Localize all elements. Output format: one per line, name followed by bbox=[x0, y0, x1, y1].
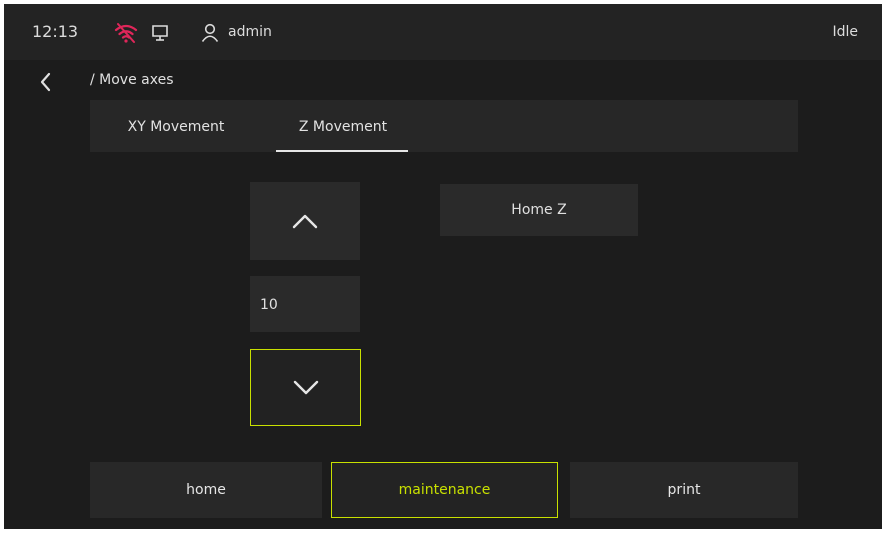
nav-home[interactable]: home bbox=[90, 462, 322, 518]
chevron-left-icon bbox=[40, 72, 51, 92]
status-bar: 12:13 admin Idle bbox=[4, 4, 882, 60]
chevron-down-icon bbox=[293, 380, 318, 394]
step-size-value: 10 bbox=[260, 297, 278, 313]
tab-z-movement[interactable]: Z Movement bbox=[276, 100, 410, 152]
step-size-field[interactable]: 10 bbox=[250, 276, 360, 332]
tab-xy-movement[interactable]: XY Movement bbox=[106, 100, 246, 152]
home-z-button[interactable]: Home Z bbox=[440, 184, 638, 236]
printer-state: Idle bbox=[832, 24, 858, 40]
breadcrumb: / Move axes bbox=[90, 72, 174, 88]
nav-maintenance[interactable]: maintenance bbox=[331, 462, 558, 518]
nav-print[interactable]: print bbox=[570, 462, 798, 518]
z-up-button[interactable] bbox=[250, 182, 360, 260]
z-down-button[interactable] bbox=[250, 349, 361, 426]
chevron-up-icon bbox=[292, 214, 318, 229]
back-button[interactable] bbox=[34, 68, 58, 96]
tab-bar: XY Movement Z Movement bbox=[90, 100, 798, 152]
display-icon bbox=[152, 25, 168, 41]
printer-screen: 12:13 admin Idle / Move axes XY Movement… bbox=[4, 4, 882, 529]
clock: 12:13 bbox=[32, 22, 79, 41]
username: admin bbox=[228, 24, 272, 40]
user-icon bbox=[201, 23, 219, 42]
wifi-off-icon bbox=[114, 23, 138, 43]
active-tab-indicator bbox=[276, 150, 408, 152]
